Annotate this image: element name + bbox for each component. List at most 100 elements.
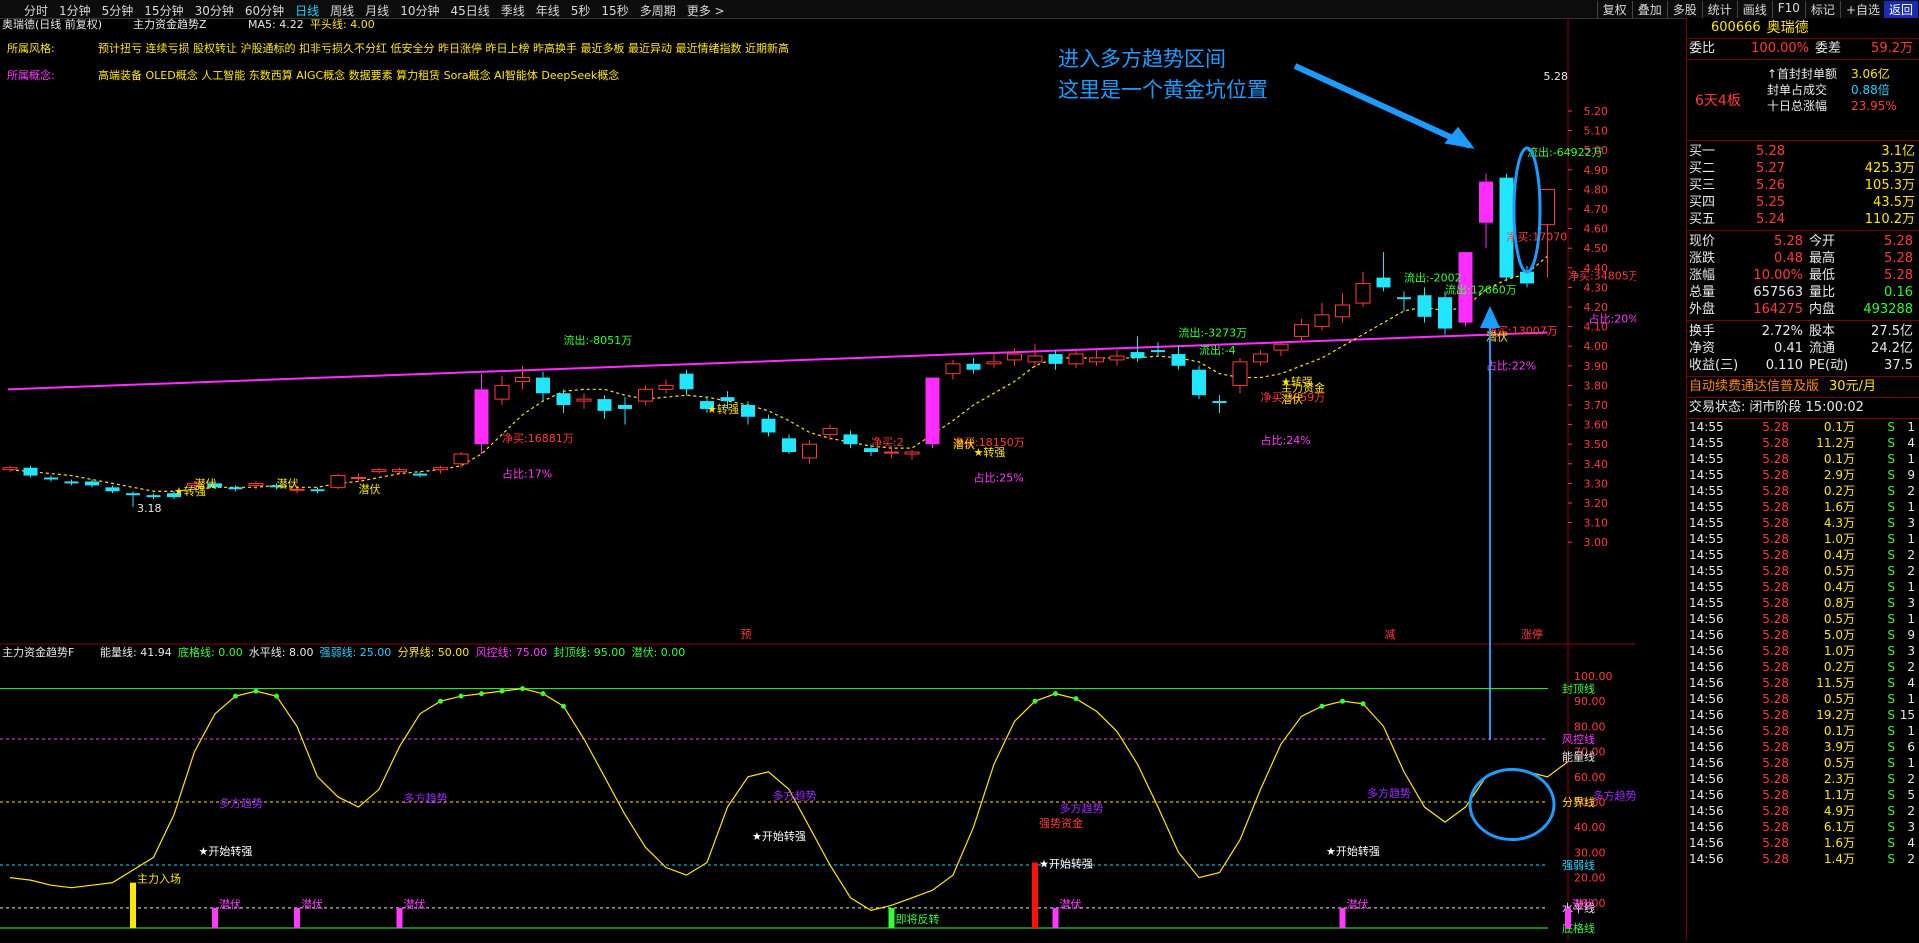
quote-label: 外盘	[1689, 302, 1716, 317]
toolbar-button-3[interactable]: 统计	[1701, 1, 1737, 18]
board-stat-label: ↑首封封单额	[1767, 67, 1838, 81]
tick-time: 14:56	[1689, 660, 1724, 674]
price-axis-tick: 4.70	[1584, 203, 1609, 216]
tick-side: S	[1887, 452, 1895, 466]
buy-level-label: 买二	[1689, 161, 1716, 176]
tick-time: 14:56	[1689, 692, 1724, 706]
price-axis-tick: 3.80	[1584, 379, 1609, 392]
tab-3[interactable]: 15分钟	[144, 2, 183, 19]
tab-0[interactable]: 分时	[24, 2, 48, 19]
tab-4[interactable]: 30分钟	[195, 2, 234, 19]
chart-annotation-label: 占比:20%	[1589, 312, 1637, 326]
tab-7[interactable]: 周线	[330, 2, 354, 19]
indicator-line-name: 封顶线	[1562, 682, 1595, 696]
buy-order-row[interactable]: 买三 5.26 105.3万	[1687, 177, 1919, 194]
tick-count: 2	[1907, 484, 1915, 498]
tick-time: 14:55	[1689, 564, 1724, 578]
buy-order-row[interactable]: 买四 5.25 43.5万	[1687, 194, 1919, 211]
toolbar-button-1[interactable]: 叠加	[1631, 1, 1667, 18]
tick-row: 14:56 5.28 5.0万 S 9	[1687, 627, 1919, 643]
candle-body	[85, 481, 99, 486]
tab-8[interactable]: 月线	[365, 2, 389, 19]
tab-15[interactable]: 多周期	[640, 2, 676, 19]
buy-order-row[interactable]: 买五 5.24 110.2万	[1687, 211, 1919, 228]
tick-price: 5.28	[1762, 628, 1789, 642]
fundamentals-table: 换手 2.72% 股本 27.5亿 净资 0.41 流通 24.2亿 收益(三) 0.110 PE(…	[1687, 321, 1919, 377]
tick-volume: 1.0万	[1823, 644, 1855, 658]
tick-time: 14:55	[1689, 484, 1724, 498]
indicator-annotation-label: 潜伏	[1347, 897, 1369, 911]
tick-list[interactable]: 14:55 5.28 0.1万 S 1 14:55 5.28 11.2万 S 4 14:55 5.28…	[1687, 419, 1919, 867]
toolbar-button-4[interactable]: 画线	[1736, 1, 1772, 18]
toolbar-button-7[interactable]: +自选	[1839, 1, 1885, 18]
tab-16[interactable]: 更多 >	[687, 2, 725, 19]
toolbar-button-5[interactable]: F10	[1771, 1, 1805, 18]
toolbar-button-0[interactable]: 复权	[1596, 1, 1632, 18]
candle-body	[2, 467, 18, 471]
tick-row: 14:56 5.28 3.9万 S 6	[1687, 739, 1919, 755]
chart-annotation-label: 流出:12660万	[1445, 282, 1517, 296]
promo-price[interactable]: 30元/月	[1829, 377, 1876, 397]
tick-count: 3	[1907, 820, 1915, 834]
quote-label: 涨幅	[1689, 268, 1716, 283]
tick-side: S	[1887, 692, 1895, 706]
tick-row: 14:56 5.28 1.0万 S 3	[1687, 643, 1919, 659]
tab-5[interactable]: 60分钟	[245, 2, 284, 19]
tab-10[interactable]: 45日线	[450, 2, 489, 19]
candle-body	[618, 405, 632, 409]
tick-side: S	[1887, 484, 1895, 498]
candle-body	[986, 361, 1002, 365]
tick-side: S	[1887, 724, 1895, 738]
buy-price: 5.27	[1756, 161, 1785, 176]
annotation-arrow-1-head	[1444, 126, 1475, 149]
period-tabs: 分时 1分钟 5分钟 15分钟 30分钟 60分钟 日线 周线 月线 10分钟 45日线 季线 年线 5秒…	[24, 2, 725, 19]
buy-order-row[interactable]: 买二 5.27 425.3万	[1687, 160, 1919, 177]
tab-14[interactable]: 15秒	[601, 2, 628, 19]
kline-chart-area[interactable]: 奥瑞德(日线 前复权) 主力资金趋势Z MA5: 4.22 平头线: 4.00 所属风格…	[0, 17, 1640, 940]
tick-time: 14:56	[1689, 852, 1724, 866]
tab-1[interactable]: 1分钟	[59, 2, 91, 19]
candle-body	[413, 473, 427, 476]
tick-time: 14:56	[1689, 756, 1724, 770]
chart-annotation-label: ★转强	[707, 402, 739, 416]
buy-level-label: 买三	[1689, 178, 1716, 193]
candle-body	[782, 438, 796, 453]
tick-volume: 0.5万	[1823, 564, 1855, 578]
tick-count: 2	[1907, 852, 1915, 866]
indicator-bar	[212, 907, 218, 928]
period-toolbar: 分时 1分钟 5分钟 15分钟 30分钟 60分钟 日线 周线 月线 10分钟 45日线 季线 年线 5秒…	[0, 0, 1919, 19]
tab-2[interactable]: 5分钟	[102, 2, 134, 19]
tick-count: 2	[1907, 804, 1915, 818]
promo-row[interactable]: 自动续费通达信普及版 30元/月	[1687, 377, 1919, 398]
buy-order-row[interactable]: 买一 5.28 3.1亿	[1687, 143, 1919, 160]
back-button[interactable]: 返回	[1883, 1, 1918, 18]
tick-volume: 0.8万	[1823, 596, 1855, 610]
candle-body	[1212, 401, 1227, 404]
pingtou-value: 平头线: 4.00	[310, 18, 375, 31]
tick-volume: 11.2万	[1816, 436, 1855, 450]
tab-12[interactable]: 年线	[536, 2, 560, 19]
chart-annotation-label: 净买:16881万	[502, 431, 574, 445]
promo-text[interactable]: 自动续费通达信普及版	[1687, 377, 1819, 397]
tab-6[interactable]: 日线	[295, 2, 319, 19]
kline-chart[interactable]: 奥瑞德(日线 前复权) 主力资金趋势Z MA5: 4.22 平头线: 4.00 所属风格…	[0, 17, 1640, 940]
tab-11[interactable]: 季线	[501, 2, 525, 19]
board-stat-row: 封单占成交 0.88倍	[1767, 82, 1897, 98]
tick-count: 1	[1907, 580, 1915, 594]
low-mark: 3.18	[137, 502, 162, 515]
candle-body	[843, 434, 858, 445]
concept-text: 高端装备 OLED概念 人工智能 东数西算 AIGC概念 数据要素 算力租赁 S…	[98, 68, 619, 82]
toolbar-button-2[interactable]: 多股	[1666, 1, 1702, 18]
tick-side: S	[1887, 804, 1895, 818]
indicator-bar	[396, 907, 403, 928]
tick-count: 1	[1907, 692, 1915, 706]
candle-body	[515, 377, 530, 382]
tab-9[interactable]: 10分钟	[400, 2, 439, 19]
toolbar-button-6[interactable]: 标记	[1804, 1, 1840, 18]
tab-13[interactable]: 5秒	[571, 2, 591, 19]
indicator-line-name: 分界线	[1562, 795, 1595, 809]
tick-price: 5.28	[1762, 660, 1789, 674]
tick-side: S	[1887, 612, 1895, 626]
candle-body	[536, 377, 550, 394]
tick-time: 14:55	[1689, 452, 1724, 466]
